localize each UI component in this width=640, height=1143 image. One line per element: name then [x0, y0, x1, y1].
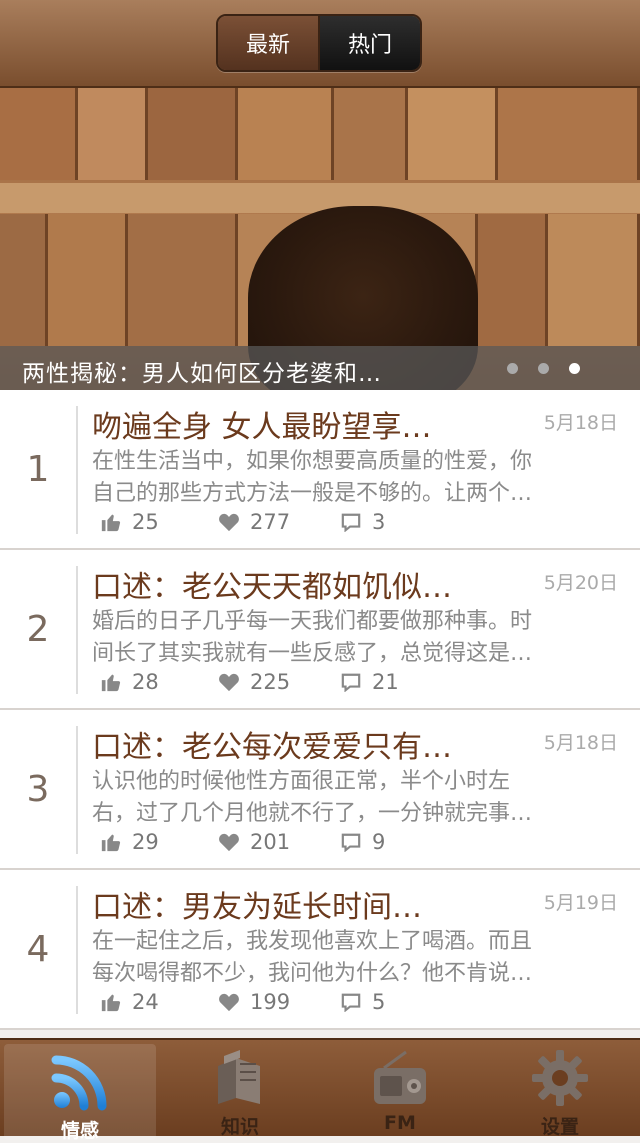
- favorite-stat[interactable]: 225: [218, 670, 290, 694]
- like-stat[interactable]: 29: [100, 830, 159, 854]
- sort-segmented-control: 最新 热门: [216, 14, 422, 72]
- article-item[interactable]: 4 口述：男友为延长时间… 5月19日 在一起住之后，我发现他喜欢上了喝酒。而且…: [0, 870, 640, 1030]
- heart-icon: [219, 673, 239, 692]
- summary-line: 右，过了几个月他就不行了，一分钟就完事…: [92, 801, 533, 826]
- summary-line: 间长了其实我就有一些反感了，总觉得这是…: [92, 641, 533, 666]
- banner-caption-bar: 两性揭秘：男人如何区分老婆和…: [0, 346, 640, 390]
- comment-icon: [341, 673, 361, 692]
- comment-icon: [341, 993, 361, 1012]
- summary-line: 婚后的日子几乎每一天我们都要做那种事。时: [92, 609, 533, 634]
- article-list: 1 吻遍全身 女人最盼望享… 5月18日 在性生活当中，如果你想要高质量的性爱，…: [0, 390, 640, 1030]
- tab-emotion[interactable]: 情感: [4, 1044, 156, 1142]
- article-stats: 29 201 9: [100, 830, 620, 858]
- summary-line: 自己的那些方式方法一般是不够的。让两个…: [92, 481, 533, 506]
- like-count: 28: [132, 670, 159, 694]
- article-summary: 在一起住之后，我发现他喜欢上了喝酒。而且 每次喝得都不少，我问他为什么？他不肯说…: [92, 926, 620, 990]
- books-icon: [218, 1050, 260, 1104]
- article-rank: 4: [26, 928, 50, 970]
- article-date: 5月18日: [543, 412, 618, 434]
- like-stat[interactable]: 25: [100, 510, 159, 534]
- article-rank: 2: [26, 608, 50, 650]
- rss-feed-icon: [51, 1055, 107, 1111]
- radio-icon: [374, 1050, 426, 1104]
- heart-icon: [219, 833, 239, 852]
- article-title: 口述：男友为延长时间…: [92, 890, 422, 925]
- article-item[interactable]: 2 口述：老公天天都如饥似… 5月20日 婚后的日子几乎每一天我们都要做那种事。…: [0, 550, 640, 710]
- divider: [76, 406, 78, 534]
- summary-line: 每次喝得都不少，我问他为什么？他不肯说…: [92, 961, 533, 986]
- tab-label: 设置: [540, 1116, 579, 1138]
- heart-icon: [219, 993, 239, 1012]
- comment-stat[interactable]: 5: [340, 990, 385, 1014]
- comment-count: 3: [372, 510, 386, 534]
- favorite-count: 201: [250, 830, 291, 854]
- article-summary: 婚后的日子几乎每一天我们都要做那种事。时 间长了其实我就有一些反感了，总觉得这是…: [92, 606, 620, 670]
- page-dot[interactable]: [507, 363, 518, 374]
- comment-icon: [341, 513, 361, 532]
- article-stats: 28 225 21: [100, 670, 620, 698]
- divider: [76, 886, 78, 1014]
- favorite-count: 225: [250, 670, 291, 694]
- thumbs-up-icon: [101, 994, 121, 1012]
- article-summary: 在性生活当中，如果你想要高质量的性爱，你 自己的那些方式方法一般是不够的。让两个…: [92, 446, 620, 510]
- article-date: 5月19日: [543, 892, 618, 914]
- summary-line: 在一起住之后，我发现他喜欢上了喝酒。而且: [92, 929, 533, 954]
- comment-count: 21: [372, 670, 399, 694]
- tab-settings[interactable]: 设置: [480, 1040, 640, 1138]
- favorite-stat[interactable]: 199: [218, 990, 290, 1014]
- comment-stat[interactable]: 3: [340, 510, 385, 534]
- summary-line: 在性生活当中，如果你想要高质量的性爱，你: [92, 449, 533, 474]
- like-stat[interactable]: 28: [100, 670, 159, 694]
- like-stat[interactable]: 24: [100, 990, 159, 1014]
- page-indicator[interactable]: [507, 363, 580, 374]
- favorite-count: 277: [250, 510, 291, 534]
- page-dot[interactable]: [538, 363, 549, 374]
- tab-fm[interactable]: FM: [320, 1040, 480, 1136]
- thumbs-up-icon: [101, 514, 121, 532]
- gear-icon: [532, 1050, 588, 1106]
- like-count: 24: [132, 990, 159, 1014]
- tab-label: 情感: [60, 1120, 99, 1142]
- article-summary: 认识他的时候他性方面很正常，半个小时左 右，过了几个月他就不行了，一分钟就完事…: [92, 766, 620, 830]
- like-count: 29: [132, 830, 159, 854]
- banner-caption: 两性揭秘：男人如何区分老婆和…: [22, 361, 382, 387]
- segment-latest[interactable]: 最新: [218, 16, 318, 70]
- article-date: 5月18日: [543, 732, 618, 754]
- comment-icon: [341, 833, 361, 852]
- article-rank: 1: [26, 448, 50, 490]
- heart-icon: [219, 513, 239, 532]
- tab-label: 知识: [220, 1116, 259, 1138]
- article-item[interactable]: 1 吻遍全身 女人最盼望享… 5月18日 在性生活当中，如果你想要高质量的性爱，…: [0, 390, 640, 550]
- comment-stat[interactable]: 9: [340, 830, 385, 854]
- thumbs-up-icon: [101, 674, 121, 692]
- article-date: 5月20日: [543, 572, 618, 594]
- comment-count: 9: [372, 830, 386, 854]
- article-rank: 3: [26, 768, 50, 810]
- article-title: 口述：老公天天都如饥似…: [92, 570, 452, 605]
- thumbs-up-icon: [101, 834, 121, 852]
- favorite-stat[interactable]: 277: [218, 510, 290, 534]
- bottom-tab-bar: 情感 知识 FM 设置: [0, 1038, 640, 1142]
- divider: [76, 726, 78, 854]
- segment-hot[interactable]: 热门: [318, 16, 420, 70]
- article-stats: 24 199 5: [100, 990, 620, 1018]
- article-item[interactable]: 3 口述：老公每次爱爱只有… 5月18日 认识他的时候他性方面很正常，半个小时左…: [0, 710, 640, 870]
- summary-line: 认识他的时候他性方面很正常，半个小时左: [92, 769, 511, 794]
- tab-knowledge[interactable]: 知识: [160, 1040, 320, 1138]
- tab-label: FM: [384, 1112, 416, 1134]
- like-count: 25: [132, 510, 159, 534]
- comment-count: 5: [372, 990, 386, 1014]
- featured-banner[interactable]: 两性揭秘：男人如何区分老婆和…: [0, 88, 640, 390]
- top-navigation-bar: 最新 热门: [0, 0, 640, 88]
- article-stats: 25 277 3: [100, 510, 620, 538]
- divider: [76, 566, 78, 694]
- favorite-stat[interactable]: 201: [218, 830, 290, 854]
- favorite-count: 199: [250, 990, 291, 1014]
- comment-stat[interactable]: 21: [340, 670, 399, 694]
- article-title: 吻遍全身 女人最盼望享…: [92, 410, 432, 445]
- page-dot-active[interactable]: [569, 363, 580, 374]
- article-title: 口述：老公每次爱爱只有…: [92, 730, 452, 765]
